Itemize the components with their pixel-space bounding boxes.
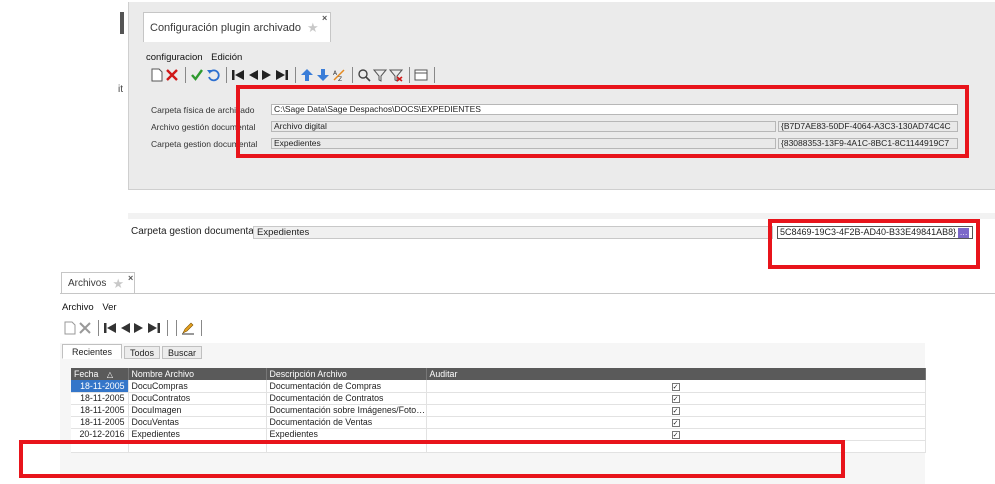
sort-ascending-icon: △	[106, 370, 114, 379]
toolbar-separator	[201, 320, 202, 336]
cell-descripcion: Documentación de Ventas	[266, 416, 427, 429]
sort-az-icon[interactable]: AZ	[332, 66, 346, 84]
cell-nombre: Expedientes	[128, 428, 267, 441]
toolbar-separator	[167, 320, 168, 336]
form-view-icon[interactable]	[414, 66, 428, 84]
cell-auditar: ✓	[426, 380, 926, 393]
cell-nombre: DocuImagen	[128, 404, 267, 417]
clear-filter-icon[interactable]	[389, 66, 403, 84]
column-header-auditar[interactable]: Auditar	[426, 368, 926, 380]
next-record-icon[interactable]	[133, 319, 145, 337]
undo-icon[interactable]	[206, 66, 220, 84]
close-icon[interactable]: ×	[128, 273, 133, 283]
highlight-box-guid	[768, 219, 980, 269]
auditar-checkbox[interactable]: ✓	[671, 382, 680, 391]
toolbar-separator	[434, 67, 435, 83]
highlight-box-form	[236, 85, 969, 158]
toolbar-separator	[98, 320, 99, 336]
cell-nombre: DocuVentas	[128, 416, 267, 429]
menu-bar: configuracion Edición	[146, 52, 248, 63]
svg-text:Z: Z	[338, 76, 342, 82]
new-doc-icon[interactable]	[64, 319, 76, 337]
tab-label: Archivos	[68, 278, 107, 289]
favorite-star-icon[interactable]: ★	[112, 277, 124, 290]
cell-nombre: DocuContratos	[128, 392, 267, 405]
new-doc-icon[interactable]	[151, 66, 163, 84]
toolbar-separator	[176, 320, 177, 336]
menu-ver[interactable]: Ver	[102, 302, 116, 313]
cell-descripcion: Documentación de Compras	[266, 380, 427, 393]
edit-pencil-icon[interactable]	[181, 319, 195, 337]
table-row[interactable]: 18-11-2005 DocuVentas Documentación de V…	[71, 416, 926, 429]
delete-x-icon[interactable]	[165, 66, 179, 84]
column-header-nombre[interactable]: Nombre Archivo	[128, 368, 267, 380]
favorite-star-icon[interactable]: ★	[307, 21, 319, 34]
table-row[interactable]: 18-11-2005 DocuImagen Documentación sobr…	[71, 404, 926, 417]
cell-descripcion: Documentación sobre Imágenes/Foto…	[266, 404, 427, 417]
search-icon[interactable]	[357, 66, 371, 84]
cell-fecha: 20-12-2016	[71, 428, 129, 441]
tab-label: Configuración plugin archivado	[150, 21, 302, 34]
cell-fecha: 18-11-2005	[71, 404, 129, 417]
toolbar-separator	[409, 67, 410, 83]
sort-down-icon[interactable]	[316, 66, 330, 84]
tab-configuracion-plugin[interactable]: Configuración plugin archivado ★ ×	[143, 12, 331, 42]
toolbar-separator	[226, 67, 227, 83]
menu-bar: Archivo Ver	[62, 302, 123, 313]
tab-underline	[60, 293, 995, 294]
filter-icon[interactable]	[373, 66, 387, 84]
first-record-icon[interactable]	[103, 319, 117, 337]
carpeta-gestion-label-mid: Carpeta gestion documental	[131, 226, 257, 237]
prev-record-icon[interactable]	[247, 66, 259, 84]
cell-fecha: 18-11-2005	[71, 392, 129, 405]
prev-record-icon[interactable]	[119, 319, 131, 337]
menu-configuracion[interactable]: configuracion	[146, 52, 203, 63]
next-record-icon[interactable]	[261, 66, 273, 84]
auditar-checkbox[interactable]: ✓	[671, 419, 680, 427]
carpeta-gestion-field-mid[interactable]: Expedientes	[253, 226, 773, 239]
cell-auditar: ✓	[426, 404, 926, 417]
auditar-checkbox[interactable]: ✓	[671, 395, 680, 403]
cell-fecha: 18-11-2005	[71, 416, 129, 429]
cell-nombre: DocuCompras	[128, 380, 267, 393]
table-header-row: Fecha △ Nombre Archivo Descripción Archi…	[71, 368, 926, 380]
toolbar-archivos	[64, 318, 206, 338]
close-icon[interactable]: ×	[322, 13, 327, 23]
tab-todos[interactable]: Todos	[124, 346, 160, 359]
cell-auditar: ✓	[426, 416, 926, 429]
last-record-icon[interactable]	[147, 319, 161, 337]
last-record-icon[interactable]	[275, 66, 289, 84]
auditar-checkbox[interactable]: ✓	[671, 431, 680, 439]
tab-archivos[interactable]: Archivos ★ ×	[61, 272, 135, 294]
highlight-box-row	[19, 440, 845, 478]
toolbar-separator	[185, 67, 186, 83]
cell-descripcion: Documentación de Contratos	[266, 392, 427, 405]
tab-buscar[interactable]: Buscar	[162, 346, 202, 359]
menu-archivo[interactable]: Archivo	[62, 302, 94, 313]
toolbar-separator	[352, 67, 353, 83]
cell-fecha: 18-11-2005	[71, 380, 129, 393]
toolbar-separator	[295, 67, 296, 83]
menu-edicion[interactable]: Edición	[211, 52, 242, 63]
check-icon[interactable]	[190, 66, 204, 84]
cell-descripcion: Expedientes	[266, 428, 427, 441]
column-header-fecha[interactable]: Fecha △	[71, 368, 129, 380]
column-header-descripcion[interactable]: Descripción Archivo	[266, 368, 427, 380]
toolbar: AZ	[151, 65, 439, 85]
tab-recientes[interactable]: Recientes	[62, 344, 122, 359]
table-row[interactable]: 18-11-2005 DocuCompras Documentación de …	[71, 380, 926, 393]
table-row[interactable]: 18-11-2005 DocuContratos Documentación d…	[71, 392, 926, 405]
first-record-icon[interactable]	[231, 66, 245, 84]
delete-x-icon[interactable]	[78, 319, 92, 337]
cell-auditar: ✓	[426, 428, 926, 441]
sort-up-icon[interactable]	[300, 66, 314, 84]
table-row[interactable]: 20-12-2016 Expedientes Expedientes ✓	[71, 428, 926, 441]
background-window-edge	[120, 12, 124, 34]
cell-auditar: ✓	[426, 392, 926, 405]
auditar-checkbox[interactable]: ✓	[671, 407, 680, 415]
background-window-text: it	[118, 84, 123, 95]
